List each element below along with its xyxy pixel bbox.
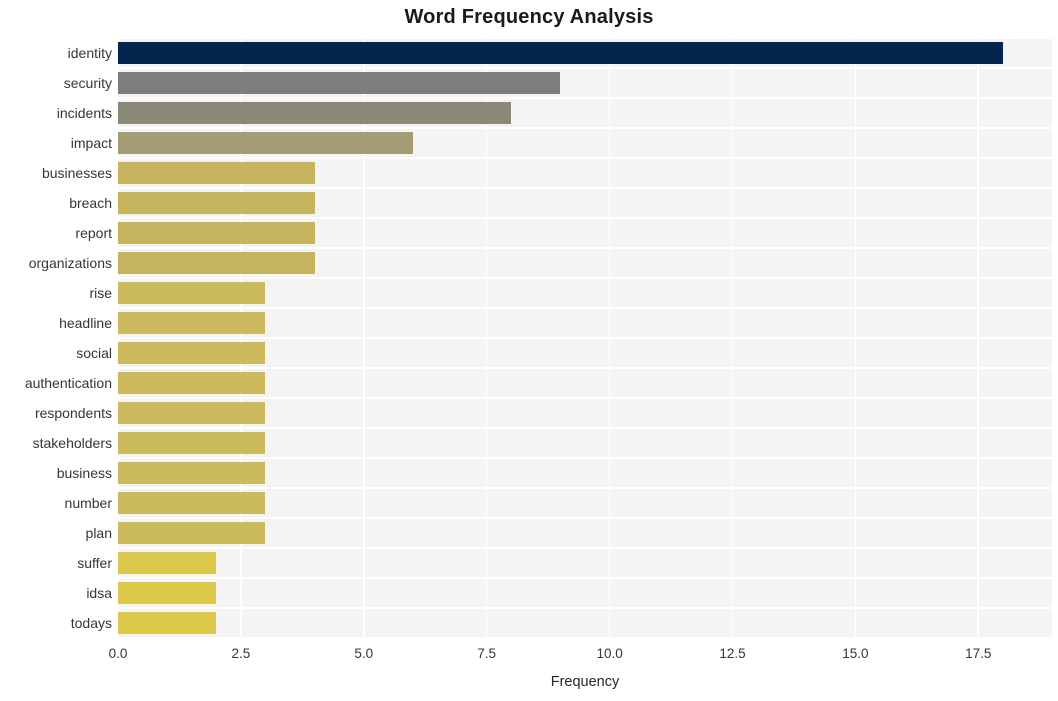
x-axis-title: Frequency [550,674,620,690]
x-axis-tick-labels: 0.0 2.5 5.0 7.5 10.0 12.5 15.0 17.5 [109,646,1052,668]
y-tick-label-headline: headline [59,315,112,331]
bar-todays [118,612,217,634]
y-tick-label-businesses: businesses [41,165,112,181]
y-tick-label-impact: impact [70,135,112,151]
x-tick-label-2.5: 2.5 [231,646,251,661]
bar-authentication [118,372,266,394]
x-tick-label-0.0: 0.0 [108,646,128,661]
bar-business [118,462,266,484]
y-tick-label-plan: plan [85,525,112,541]
bar-impact [118,132,413,154]
bar-plan [118,522,266,544]
bar-social [118,342,266,364]
x-tick-label-10.0: 10.0 [596,646,623,661]
x-tick-label-15.0: 15.0 [842,646,869,661]
bar-suffer [118,552,217,574]
bar-identity [118,42,1003,64]
y-tick-label-identity: identity [67,45,112,61]
bars-layer [118,38,1052,638]
bar-rise [118,282,266,304]
bar-stakeholders [118,432,266,454]
bar-report [118,222,315,244]
bar-number [118,492,266,514]
bar-breach [118,192,315,214]
bar-businesses [118,162,315,184]
y-tick-label-suffer: suffer [77,555,112,571]
bar-idsa [118,582,217,604]
y-tick-label-authentication: authentication [24,375,112,391]
y-tick-label-security: security [63,75,112,91]
y-axis-tick-labels: identity security incidents impact businesse… [0,38,112,638]
y-tick-label-social: social [76,345,112,361]
y-tick-label-todays: todays [70,615,112,631]
plot-area [117,37,1052,639]
y-tick-label-rise: rise [89,285,112,301]
x-tick-label-5.0: 5.0 [354,646,374,661]
x-tick-label-12.5: 12.5 [719,646,746,661]
y-tick-label-idsa: idsa [86,585,112,601]
bar-security [118,72,561,94]
bar-headline [118,312,266,334]
bar-incidents [118,102,512,124]
chart-title: Word Frequency Analysis [404,6,654,28]
x-tick-label-7.5: 7.5 [477,646,497,661]
chart-figure: Word Frequency Analysis identity security… [0,0,1058,701]
y-tick-label-stakeholders: stakeholders [32,435,112,451]
y-tick-label-number: number [64,495,112,511]
y-tick-label-business: business [56,465,112,481]
y-tick-label-organizations: organizations [28,255,112,271]
y-tick-label-report: report [75,225,112,241]
y-tick-label-respondents: respondents [34,405,112,421]
bar-organizations [118,252,315,274]
y-tick-label-breach: breach [69,195,112,211]
y-tick-label-incidents: incidents [56,105,112,121]
bar-respondents [118,402,266,424]
x-tick-label-17.5: 17.5 [965,646,992,661]
